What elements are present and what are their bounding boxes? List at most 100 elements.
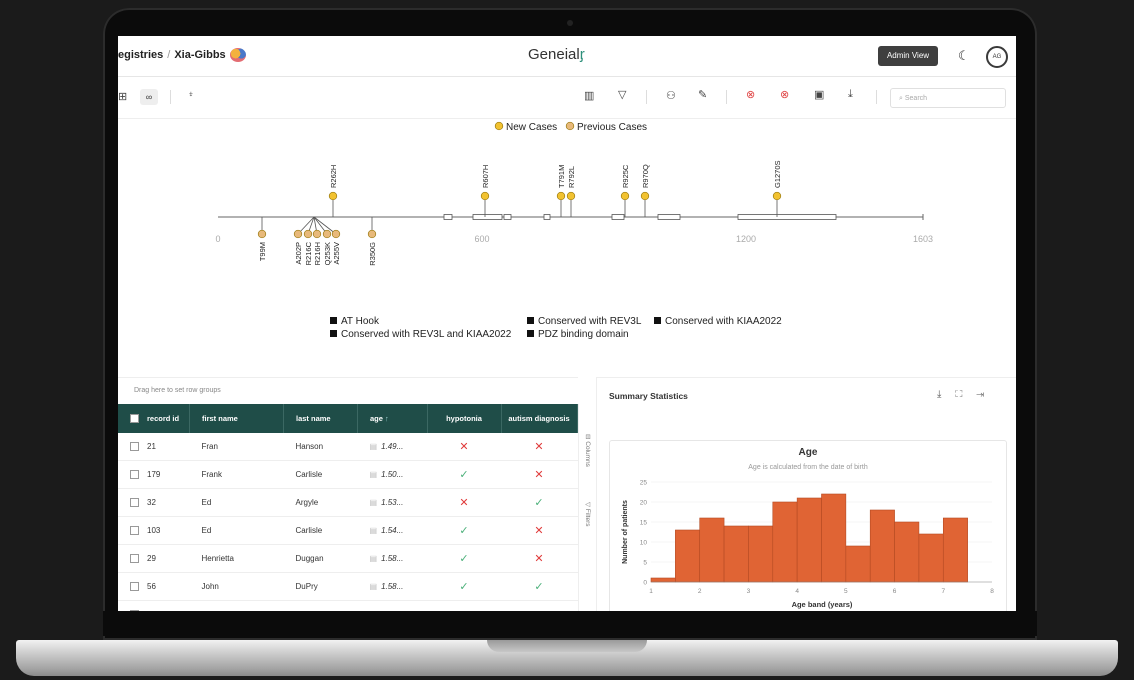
cell-last-name: DuPry: [283, 572, 358, 601]
calendar-icon: ▤: [369, 526, 378, 535]
grid-view-icon[interactable]: ⊞: [118, 90, 127, 103]
breadcrumb-registries[interactable]: egistries: [118, 49, 163, 61]
table-row[interactable]: 21 Fran Hanson ▤ 1.49... ✕ ✕: [118, 433, 578, 461]
table-header-row: record id first name last name age ↑ hyp…: [118, 404, 578, 433]
pin-icon[interactable]: ⍖: [188, 89, 194, 100]
table-row[interactable]: 29 Henrietta Duggan ▤ 1.58... ✓ ✕: [118, 544, 578, 573]
columns-side-tab[interactable]: ⊟ Columns: [584, 434, 592, 467]
mutation-label: A255V: [332, 242, 341, 265]
domain-legend-swatch: [654, 317, 661, 324]
lollipop-head: [322, 229, 332, 239]
mutation-label: R350G: [368, 242, 377, 266]
histogram-bar: [918, 533, 944, 583]
user-avatar[interactable]: AG: [986, 46, 1008, 68]
calendar-icon[interactable]: ▣: [814, 88, 824, 101]
legend-new-marker: [494, 121, 504, 131]
admin-view-button[interactable]: Admin View: [878, 46, 938, 66]
download-icon[interactable]: ⤓: [848, 88, 853, 101]
row-checkbox[interactable]: [130, 498, 139, 508]
remove-circle-icon[interactable]: ⊗: [746, 88, 755, 101]
download-icon[interactable]: ⤓: [937, 389, 941, 400]
table-row[interactable]: 179 Frank Carlisle ▤ 1.50... ✓ ✕: [118, 460, 578, 489]
calendar-icon: ▤: [370, 610, 378, 611]
cell-hypotonia-value: ✓: [459, 581, 469, 593]
lollipop-head: [312, 229, 322, 239]
cell-hypotonia-value: ✓: [459, 553, 469, 565]
column-header-record-id[interactable]: record id: [118, 404, 190, 433]
histogram-bar: [650, 577, 676, 583]
infinity-toggle-icon[interactable]: ∞: [140, 89, 158, 105]
cell-record-id: 179: [118, 460, 190, 489]
protein-domain-box: [443, 214, 453, 220]
column-header-age[interactable]: age ↑: [357, 404, 428, 433]
row-checkbox[interactable]: [130, 526, 139, 536]
cell-first-name-value: Ed: [201, 526, 212, 535]
histogram-bar: [748, 525, 774, 583]
table-row[interactable]: 103 Ed Carlisle ▤ 1.54... ✓ ✕: [118, 516, 578, 545]
app-logo[interactable]: Geneialᶉ: [528, 46, 585, 63]
axis-tick-label: 1603: [913, 234, 933, 244]
x-tick-label: 6: [893, 588, 897, 595]
cell-first-name: Henrietta: [189, 544, 284, 573]
column-header-first-name[interactable]: first name: [189, 404, 284, 433]
cell-age-value: 1.53...: [381, 498, 404, 507]
moon-icon[interactable]: ☾: [958, 48, 970, 64]
toolbar-divider: [726, 90, 727, 104]
column-header-autism[interactable]: autism diagnosis: [501, 404, 578, 433]
cell-autism-value: ✕: [534, 441, 544, 453]
cell-first-name-value: Ed: [201, 498, 212, 507]
table-row[interactable]: 12 Ben Fratelli ▤1.60... ✓ ✓: [118, 600, 578, 611]
cell-age: ▤ 1.50...: [357, 460, 428, 489]
toolbar: ⊞ ∞ ⍖ ▥ ▽ ⚇ ✎ ⊗ ⊗ ▣ ⤓ ⌕ Search: [118, 76, 1016, 119]
lollipop-head: [566, 191, 576, 201]
cell-first-name: John: [189, 572, 284, 601]
y-tick-label: 25: [640, 480, 648, 487]
mutation-label: R216H: [313, 242, 322, 265]
breadcrumb-separator: /: [167, 48, 171, 61]
mutation-label: R925C: [621, 164, 630, 188]
column-header-last-name[interactable]: last name: [283, 404, 358, 433]
cell-hypotonia: ✕: [427, 433, 502, 461]
lollipop-head: [293, 229, 303, 239]
row-checkbox[interactable]: [130, 554, 139, 564]
cell-last-name: Hanson: [283, 433, 358, 461]
cell-autism: ✕: [501, 460, 578, 489]
row-checkbox[interactable]: [130, 442, 139, 452]
lollipop-head: [620, 191, 630, 201]
x-tick-label: 4: [795, 588, 799, 595]
collapse-panel-icon[interactable]: ⇥: [976, 389, 984, 400]
select-all-checkbox[interactable]: [130, 414, 139, 424]
row-group-dropzone[interactable]: Drag here to set row groups: [118, 378, 578, 404]
row-checkbox[interactable]: [130, 582, 139, 592]
columns-icon[interactable]: ▥: [584, 89, 594, 102]
search-input[interactable]: ⌕ Search: [890, 88, 1006, 108]
cell-last-name: Fratelli: [283, 600, 358, 611]
edit-icon[interactable]: ✎: [698, 88, 707, 101]
cell-record-id: 32: [118, 488, 190, 517]
calendar-icon: ▤: [369, 442, 378, 451]
row-checkbox[interactable]: [130, 610, 139, 611]
cell-record-id-value: 12: [147, 610, 156, 611]
cell-first-name: Ed: [189, 516, 284, 545]
domain-legend-swatch: [527, 330, 534, 337]
axis-tick-label: 600: [474, 234, 489, 244]
cell-hypotonia: ✕: [427, 488, 502, 517]
cell-autism-value: ✕: [534, 469, 544, 481]
cell-autism-value: ✕: [534, 525, 544, 537]
row-checkbox[interactable]: [130, 470, 139, 480]
cell-last-name: Carlisle: [283, 516, 358, 545]
expand-icon[interactable]: ⛶: [955, 389, 962, 400]
legend-previous-marker: [565, 121, 575, 131]
add-user-icon[interactable]: ⚇: [666, 89, 676, 102]
cell-record-id-value: 179: [147, 469, 161, 479]
filters-side-tab[interactable]: ▽ Filters: [584, 502, 592, 527]
cell-autism-value: ✕: [534, 553, 544, 565]
table-row[interactable]: 32 Ed Argyle ▤ 1.53... ✕ ✓: [118, 488, 578, 517]
logo-text: Geneial: [528, 46, 580, 63]
remove-circle-icon[interactable]: ⊗: [780, 88, 789, 101]
table-row[interactable]: 56 John DuPry ▤ 1.58... ✓ ✓: [118, 572, 578, 601]
protein-domain-box: [611, 214, 625, 220]
column-header-hypotonia[interactable]: hypotonia: [427, 404, 502, 433]
cell-autism-value: ✓: [534, 497, 544, 509]
filter-icon[interactable]: ▽: [618, 88, 626, 101]
